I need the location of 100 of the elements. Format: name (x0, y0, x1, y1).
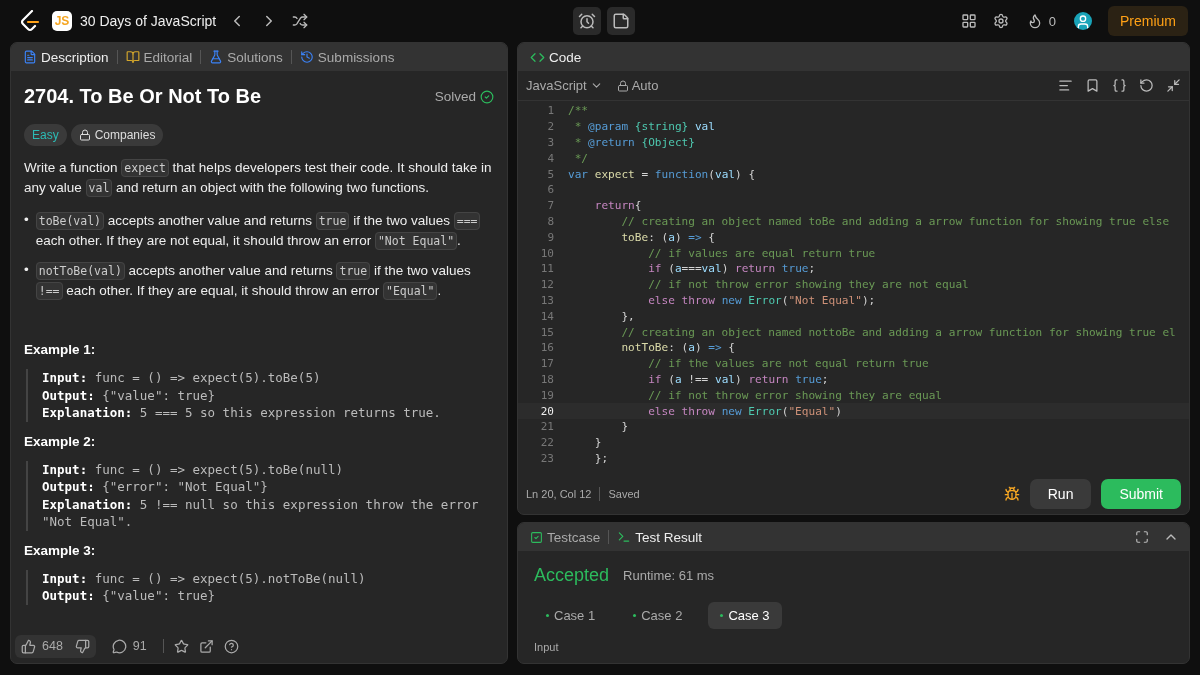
bookmark-icon[interactable] (1085, 78, 1100, 93)
code-line: /** (568, 104, 589, 118)
layout-icon[interactable] (960, 13, 977, 29)
example-line: Explanation: 5 !== null so this expression throw the error "Not Equal". (42, 495, 480, 531)
example-line: Output: {"value": true} (42, 386, 217, 404)
tab[interactable]: Test Result (615, 529, 705, 545)
terminal-icon (617, 530, 632, 544)
user-icon (1075, 14, 1091, 30)
code-line: else throw new Error("Not Equal"); (647, 293, 876, 307)
line-number: 4 (546, 151, 554, 165)
line-number: 16 (539, 341, 554, 355)
line-number: 1 (546, 104, 554, 118)
check-icon (480, 89, 494, 104)
language-select[interactable]: JavaScript (526, 78, 603, 93)
tab[interactable]: Solutions (207, 49, 285, 65)
example-heading: Example 1: (24, 342, 97, 357)
code-line: // if not throw error showing they are not equal (647, 278, 969, 292)
premium-button[interactable]: Premium (1108, 6, 1188, 36)
case-tab[interactable]: Case 3 (708, 602, 782, 629)
status-dot (546, 614, 549, 617)
code-line: var expect = function(val) { (568, 167, 756, 181)
status-dot (633, 614, 637, 617)
collapse-icon[interactable] (1166, 78, 1181, 93)
file-icon (23, 50, 37, 64)
runtime: Runtime: 61 ms (623, 568, 715, 583)
comments-button[interactable]: 91 (105, 634, 153, 658)
reset-icon[interactable] (1139, 78, 1154, 93)
tab[interactable]: Testcase (528, 529, 603, 545)
example-line: Explanation: 5 === 5 so this expression returns true. (42, 404, 442, 422)
help-icon[interactable] (223, 638, 239, 654)
example-line: Input: func = () => expect(5).toBe(5) (42, 369, 322, 387)
code-line: else throw new Error("Equal") (647, 404, 842, 418)
code-line: } (593, 436, 602, 450)
line-number: 20 (539, 404, 554, 418)
problem-description: Write a function expect that helps developers test their code. It should take in any value val and return an object with the following two functions. (24, 158, 493, 198)
example-line: Input: func = () => expect(5).notToBe(null) (42, 569, 367, 587)
code-line: * @param {string} val (573, 120, 715, 134)
maximize-icon[interactable] (1135, 530, 1149, 544)
bug-icon[interactable] (1003, 486, 1020, 502)
thumbs-down-icon (74, 638, 90, 654)
line-number: 18 (539, 372, 554, 386)
verdict: Accepted (534, 565, 610, 586)
case-tab[interactable]: Case 2 (621, 602, 695, 629)
example-line: Input: func = () => expect(5).toBe(null) (42, 460, 345, 478)
flask-icon (209, 50, 224, 64)
companies-tag[interactable]: Companies (70, 124, 164, 146)
braces-icon[interactable] (1112, 78, 1127, 93)
line-number: 13 (539, 293, 554, 307)
problem-title: 2704. To Be Or Not To Be (24, 85, 262, 108)
example-line: Output: {"error": "Not Equal"} (42, 478, 269, 496)
example-line: Output: {"value": true} (42, 587, 217, 605)
code-line: }, (620, 309, 635, 323)
code-line: notToBe: (a) => { (620, 341, 735, 355)
line-number: 9 (546, 230, 554, 244)
tab[interactable]: Description (21, 49, 111, 65)
line-number: 6 (546, 183, 554, 197)
bullet-item: toBe(val) accepts another value and returns true if the two values === each other. If they are not equal, it should throw an error "Not Equal" . (35, 210, 494, 252)
line-number: 11 (539, 262, 554, 276)
code-line: if (a===val) return true; (647, 262, 816, 276)
book-icon (125, 50, 140, 64)
line-number: 12 (539, 278, 554, 292)
format-icon[interactable] (1058, 78, 1073, 93)
note-icon (612, 12, 630, 30)
checkbox-icon (530, 530, 543, 544)
bullet-marker: • (24, 261, 29, 279)
timer-button[interactable] (573, 7, 601, 35)
save-status: Saved (608, 488, 640, 500)
thumbs-up-icon (21, 638, 36, 654)
code-line: // if the values are not equal return true (647, 357, 929, 371)
bullet-item: notToBe(val) accepts another value and returns true if the two values !== each other. If they are equal, it should throw an error "Equal" . (35, 260, 494, 302)
settings-icon[interactable] (992, 13, 1009, 29)
share-icon[interactable] (198, 638, 214, 654)
alarm-clock-icon (578, 12, 596, 30)
line-number: 5 (546, 167, 554, 181)
course-title[interactable]: 30 Days of JavaScript (80, 13, 217, 29)
line-number: 10 (539, 246, 554, 260)
streak-button[interactable]: 0 (1024, 11, 1058, 31)
shuffle-icon[interactable] (292, 13, 309, 29)
logo-icon[interactable] (20, 10, 40, 32)
run-button[interactable]: Run (1029, 479, 1092, 509)
example-heading: Example 3: (24, 542, 97, 558)
line-number: 23 (539, 451, 554, 465)
notes-button[interactable] (607, 7, 635, 35)
code-line: } (620, 420, 629, 434)
tab[interactable]: Editorial (123, 49, 195, 65)
input-label: Input (534, 641, 560, 653)
case-tab[interactable]: Case 1 (534, 602, 608, 629)
code-line: // if values are equal return true (647, 246, 876, 260)
code-line: // creating an object named toBe and adding a arrow function for showing true else (620, 214, 1170, 228)
line-number: 15 (539, 325, 554, 339)
like-button[interactable]: 648 (15, 634, 69, 658)
star-icon[interactable] (173, 638, 189, 654)
code-line: // if not throw error showing they are equal (647, 388, 943, 402)
mode-label[interactable]: Auto (616, 78, 659, 93)
line-number: 2 (546, 120, 554, 134)
tab[interactable]: Submissions (297, 49, 397, 65)
line-number: 3 (546, 136, 554, 149)
code-tab[interactable]: Code (528, 49, 584, 65)
avatar[interactable] (1074, 12, 1092, 30)
code-line: toBe: (a) => { (620, 230, 715, 244)
